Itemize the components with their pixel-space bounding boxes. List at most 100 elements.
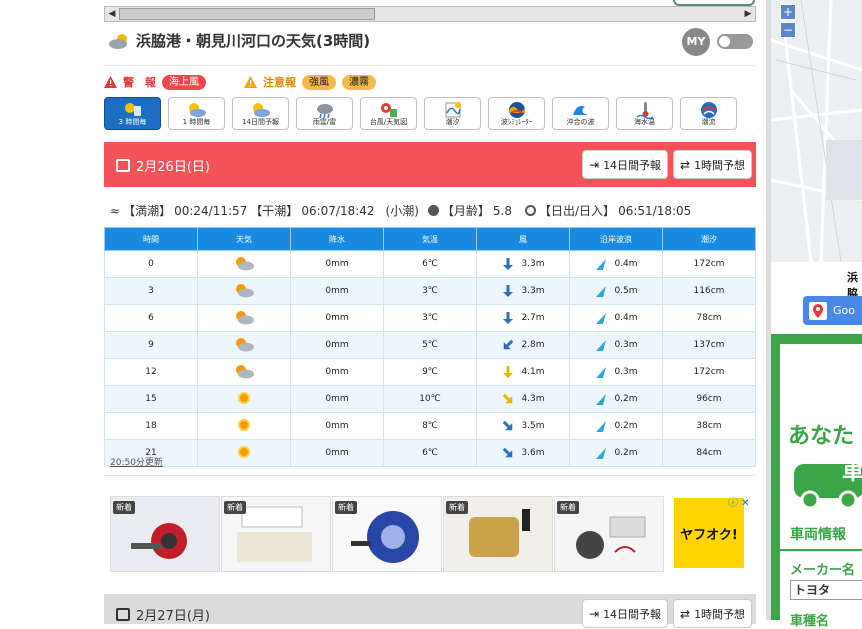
forecast-1hour-button[interactable]: ⇄ 1時間予想 <box>673 150 753 179</box>
rain-cell: 0mm <box>290 277 384 305</box>
top-button-edge[interactable] <box>673 0 755 6</box>
forecast-14day-button[interactable]: ⇥ 14日間予報 <box>582 150 669 179</box>
col-wave: 沿岸波浪 <box>569 227 663 251</box>
temp-cell: 10℃ <box>383 385 477 413</box>
tool-sea-temp[interactable]: 海水温 <box>616 97 673 130</box>
advisory-badge-wind[interactable]: 強風 <box>302 74 336 90</box>
map-panel[interactable] <box>771 0 862 262</box>
calendar-icon <box>116 608 130 621</box>
wave-direction-icon <box>596 448 607 459</box>
tide-cell: 116cm <box>662 277 756 305</box>
time-cell: 12 <box>104 358 198 386</box>
ad-strip: 新着 新着 新着 新着 新着 ヤフオク! ⓘ ✕ <box>104 494 756 574</box>
col-wind: 風 <box>476 227 570 251</box>
col-weather: 天気 <box>197 227 291 251</box>
google-maps-button[interactable]: Goo <box>803 296 862 325</box>
weather-cell <box>197 385 291 413</box>
rain-cell: 0mm <box>290 412 384 440</box>
arrow-right-box-icon: ⇥ <box>589 606 600 621</box>
weather-cell <box>197 439 291 467</box>
scroll-left-arrow-icon[interactable]: ◀ <box>105 7 119 21</box>
my-button[interactable]: MY <box>682 28 710 56</box>
refresh-icon: ⇄ <box>680 157 691 172</box>
ad-info-icon[interactable]: ⓘ ✕ <box>728 494 750 509</box>
wind-arrow-icon <box>503 420 513 431</box>
my-toggle[interactable] <box>717 34 753 49</box>
table-row: 21 0mm 6℃ 3.6m 0.2m 84cm <box>104 439 756 467</box>
rain-cell: 0mm <box>290 358 384 386</box>
sun-icon <box>238 445 250 458</box>
tide-icon: ≈ <box>110 203 121 218</box>
wave-direction-icon <box>596 340 607 351</box>
tool-14day[interactable]: 14日間予報 <box>232 97 289 130</box>
wind-cell: 3.6m <box>476 439 570 467</box>
car-ad[interactable]: あなた 車 車両情報 メーカー名 トヨタ 車種名 <box>771 334 862 629</box>
temp-cell: 8℃ <box>383 412 477 440</box>
wind-arrow-icon <box>504 339 514 350</box>
time-cell: 15 <box>104 385 198 413</box>
wave-cell: 0.2m <box>569 412 663 440</box>
ad-card[interactable]: 新着 <box>110 496 220 572</box>
moon-icon <box>427 205 439 216</box>
weather-cell <box>197 412 291 440</box>
forecast-1hour-button-day2[interactable]: ⇄ 1時間予想 <box>673 599 753 628</box>
rain-cell: 0mm <box>290 331 384 359</box>
horizontal-scrollbar[interactable]: ◀ ▶ <box>104 6 756 22</box>
date-label: 2月26日(日) <box>136 160 210 175</box>
ad-card[interactable]: 新着 <box>443 496 553 572</box>
arrow-right-box-icon: ⇥ <box>589 157 600 172</box>
tool-tide[interactable]: 潮汐 <box>424 97 481 130</box>
tool-wave-simulator[interactable]: 波ｼﾐｭﾚｰﾀｰ <box>488 97 545 130</box>
rain-cell: 0mm <box>290 250 384 278</box>
car-ad-headline: あなた <box>788 424 855 449</box>
wind-cell: 2.8m <box>476 331 570 359</box>
time-cell: 18 <box>104 412 198 440</box>
temp-cell: 3℃ <box>383 304 477 332</box>
sun-cloud-icon <box>236 256 254 270</box>
wind-cell: 4.3m <box>476 385 570 413</box>
sunrise-icon <box>525 205 537 216</box>
time-cell: 9 <box>104 331 198 359</box>
map-zoom-out-button[interactable]: − <box>780 22 796 38</box>
page-title-row: 浜脇港・朝見川河口の天気(3時間) <box>108 30 370 51</box>
warning-row: 警 報 海上風 <box>104 74 206 90</box>
tool-current[interactable]: 潮流 <box>680 97 737 130</box>
scrollbar-thumb[interactable] <box>119 8 375 20</box>
date-heading-day1: 2月26日(日) <box>116 156 210 175</box>
wind-arrow-icon <box>503 393 513 404</box>
tool-buttons: 3 時間毎 1 時間毎 14日間予報 雨雲/雷 台風/天気図 潮汐 波ｼﾐｭﾚｰ… <box>104 97 737 130</box>
wave-cell: 0.3m <box>569 358 663 386</box>
ad-card[interactable]: 新着 <box>332 496 442 572</box>
maker-select[interactable]: トヨタ <box>790 580 862 600</box>
wave-direction-icon <box>596 259 607 270</box>
tool-3hour[interactable]: 3 時間毎 <box>104 97 161 130</box>
updated-link[interactable]: 20:50分更新 <box>110 455 163 468</box>
forecast-14day-button-day2[interactable]: ⇥ 14日間予報 <box>582 599 669 628</box>
wave-direction-icon <box>596 421 607 432</box>
tool-1hour[interactable]: 1 時間毎 <box>168 97 225 130</box>
tool-typhoon[interactable]: 台風/天気図 <box>360 97 417 130</box>
table-row: 6 0mm 3℃ 2.7m 0.4m 78cm <box>104 304 756 332</box>
tool-rain-thunder[interactable]: 雨雲/雷 <box>296 97 353 130</box>
ad-card[interactable]: 新着 <box>221 496 331 572</box>
scroll-right-arrow-icon[interactable]: ▶ <box>741 7 755 21</box>
wave-cell: 0.4m <box>569 304 663 332</box>
sun-icon <box>238 418 250 431</box>
wind-cell: 3.3m <box>476 277 570 305</box>
table-row: 0 0mm 6℃ 3.3m 0.4m 172cm <box>104 250 756 278</box>
wind-arrow-icon <box>503 312 514 324</box>
wave-direction-icon <box>596 313 607 324</box>
temp-cell: 3℃ <box>383 277 477 305</box>
map-zoom-in-button[interactable]: + <box>780 4 796 20</box>
advisory-badge-fog[interactable]: 濃霧 <box>342 74 376 90</box>
rain-cell: 0mm <box>290 385 384 413</box>
car-section-title: 車両情報 <box>790 527 846 543</box>
refresh-icon: ⇄ <box>680 606 691 621</box>
col-rain: 降水 <box>290 227 384 251</box>
tool-offshore-wave[interactable]: 沖合の波 <box>552 97 609 130</box>
warning-badge[interactable]: 海上風 <box>162 74 206 90</box>
advisory-row: 注意報 強風 濃霧 <box>244 74 376 90</box>
wind-arrow-icon <box>503 366 514 378</box>
weather-cell <box>197 331 291 359</box>
ad-card[interactable]: 新着 <box>554 496 664 572</box>
